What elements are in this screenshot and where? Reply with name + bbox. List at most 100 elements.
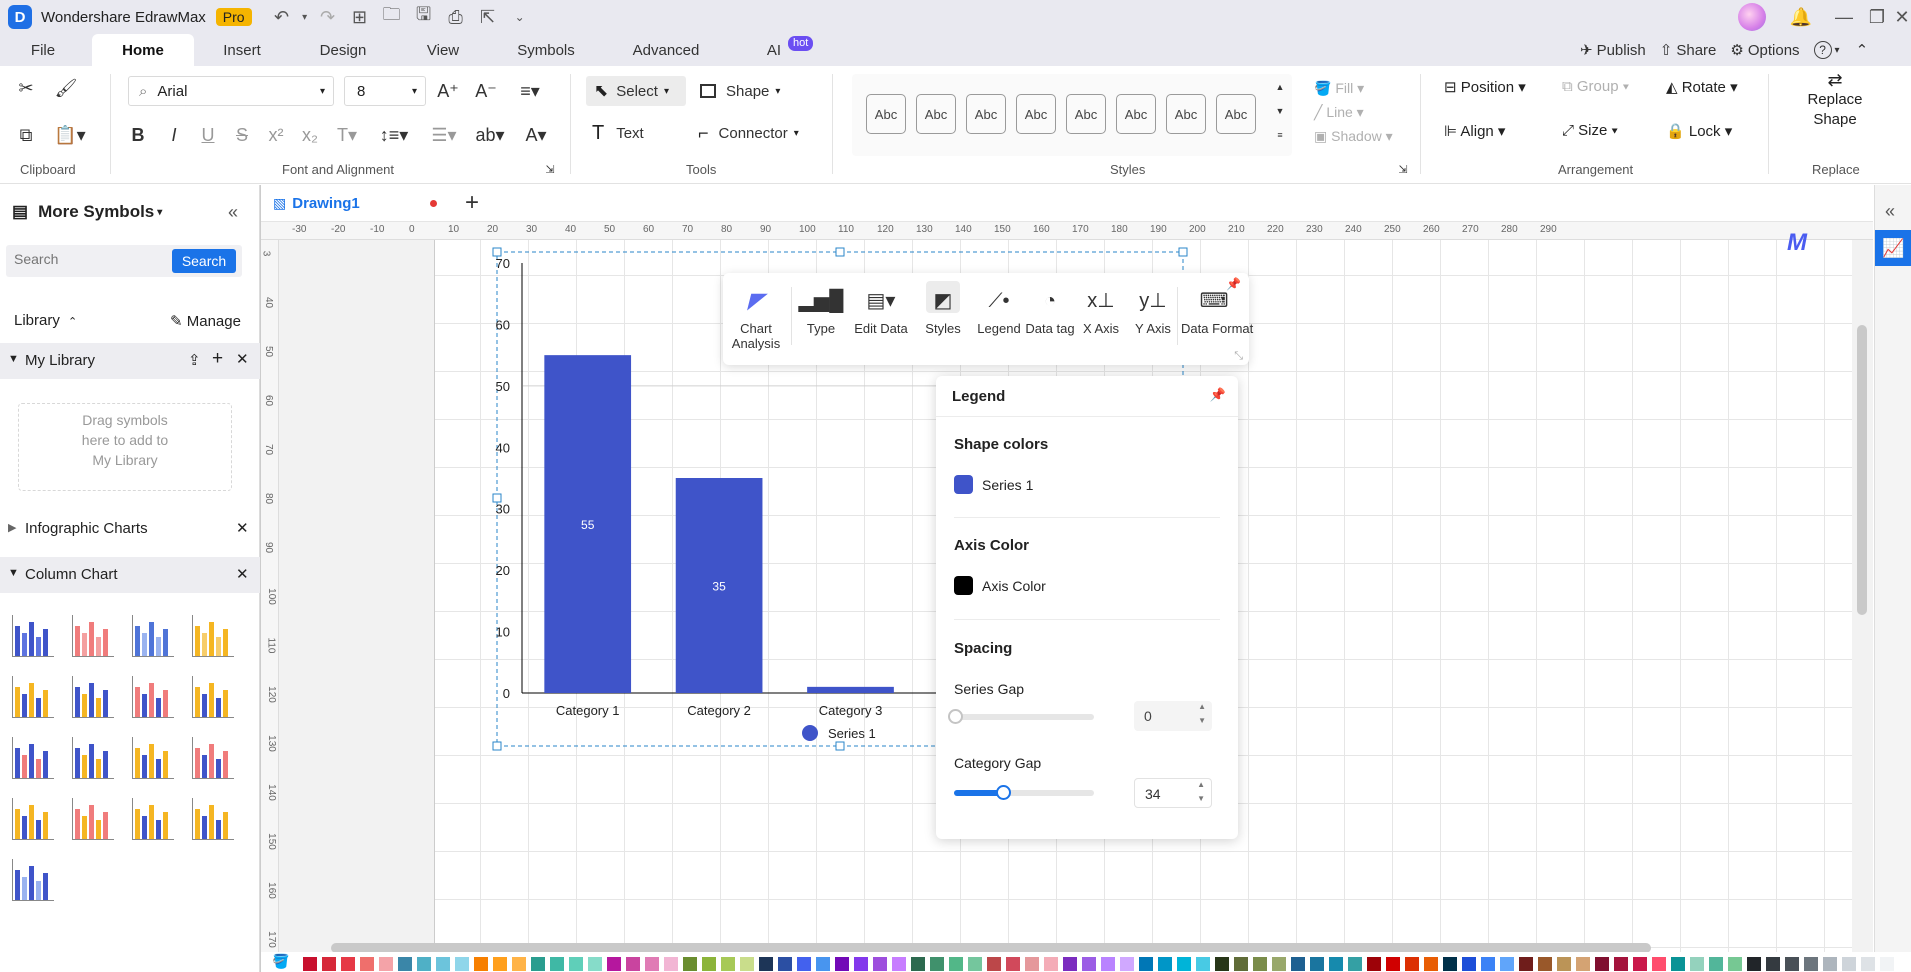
chart-toolbar-legend-button[interactable]: ⟋• Legend — [973, 273, 1025, 365]
category-gap-slider[interactable] — [954, 785, 1094, 800]
print-icon[interactable]: ⎙ — [440, 4, 472, 30]
series-gap-slider[interactable] — [948, 709, 1094, 724]
chart-toolbar-chart-analysis-button[interactable]: ◤ Chart Analysis — [723, 273, 789, 365]
palette-swatch[interactable] — [626, 957, 640, 971]
palette-swatch[interactable] — [1253, 957, 1267, 971]
expand-panel-icon[interactable]: « — [1885, 201, 1895, 222]
palette-swatch[interactable] — [588, 957, 602, 971]
palette-swatch[interactable] — [1082, 957, 1096, 971]
undo-icon[interactable]: ↶ — [266, 4, 298, 30]
palette-swatch[interactable] — [1785, 957, 1799, 971]
options-gear-icon[interactable]: ⚙ — [1730, 41, 1743, 59]
palette-swatch[interactable] — [455, 957, 469, 971]
chart-toolbar-bar-type-button[interactable]: ▂▅█ Type — [793, 273, 849, 365]
new-file-icon[interactable]: ⊞ — [344, 4, 376, 30]
font-color-icon[interactable]: A▾ — [518, 121, 554, 149]
palette-swatch[interactable] — [341, 957, 355, 971]
my-library-drop-zone[interactable]: Drag symbols here to add to My Library — [18, 403, 232, 491]
palette-swatch[interactable] — [1044, 957, 1058, 971]
edraw-ai-logo-icon[interactable]: M — [1787, 229, 1807, 257]
column-chart-thumbnail[interactable] — [132, 676, 174, 718]
text-case-icon[interactable]: T▾ — [332, 121, 362, 149]
italic-icon[interactable]: I — [162, 121, 186, 149]
size-button[interactable]: ⤢ Size ▾ — [1562, 122, 1618, 139]
palette-swatch[interactable] — [1747, 957, 1761, 971]
chart-toolbar-styles-button[interactable]: ◩ Styles — [914, 273, 972, 365]
chart-toolbar-y-axis-button[interactable]: y⊥ Y Axis — [1126, 273, 1180, 365]
manage-button[interactable]: ✎ Manage — [170, 312, 241, 330]
palette-swatch[interactable] — [1519, 957, 1533, 971]
stepper-down-icon[interactable]: ▼ — [1198, 716, 1206, 725]
palette-swatch[interactable] — [683, 957, 697, 971]
palette-swatch[interactable] — [949, 957, 963, 971]
chart-toolbar-x-axis-button[interactable]: x⊥ X Axis — [1076, 273, 1126, 365]
share-button[interactable]: Share — [1676, 42, 1716, 59]
palette-swatch[interactable] — [1139, 957, 1153, 971]
more-symbols-title[interactable]: More Symbols — [38, 202, 154, 222]
minimize-icon[interactable]: — — [1828, 4, 1860, 30]
text-style-icon[interactable]: ab▾ — [472, 121, 508, 149]
quick-access-dropdown-icon[interactable]: ⌄ — [504, 4, 536, 30]
palette-swatch[interactable] — [550, 957, 564, 971]
palette-swatch[interactable] — [930, 957, 944, 971]
palette-swatch[interactable] — [379, 957, 393, 971]
palette-swatch[interactable] — [1272, 957, 1286, 971]
bold-icon[interactable]: B — [126, 121, 150, 149]
palette-swatch[interactable] — [1215, 957, 1229, 971]
palette-swatch[interactable] — [1291, 957, 1305, 971]
library-label[interactable]: Library — [14, 312, 60, 329]
tab-file[interactable]: File — [22, 34, 64, 66]
gallery-up-icon[interactable]: ▲ — [1272, 80, 1288, 94]
series-color-swatch[interactable] — [954, 475, 973, 494]
palette-swatch[interactable] — [607, 957, 621, 971]
palette-swatch[interactable] — [1804, 957, 1818, 971]
style-preset[interactable]: Abc — [966, 94, 1006, 134]
increase-font-icon[interactable]: A⁺ — [434, 76, 462, 106]
palette-swatch[interactable] — [835, 957, 849, 971]
palette-swatch[interactable] — [1424, 957, 1438, 971]
add-icon[interactable]: + — [212, 348, 223, 370]
underline-icon[interactable]: U — [196, 121, 220, 149]
column-chart-thumbnail[interactable] — [192, 676, 234, 718]
text-align-icon[interactable]: ≡▾ — [512, 76, 548, 106]
rotate-button[interactable]: ◭ Rotate ▾ — [1666, 78, 1738, 96]
decrease-font-icon[interactable]: A⁻ — [472, 76, 500, 106]
palette-swatch[interactable] — [911, 957, 925, 971]
palette-swatch[interactable] — [436, 957, 450, 971]
close-icon[interactable]: ✕ — [1886, 4, 1911, 30]
column-chart-thumbnail[interactable] — [72, 615, 114, 657]
palette-swatch[interactable] — [1329, 957, 1343, 971]
close-icon[interactable]: ✕ — [236, 350, 249, 368]
palette-swatch[interactable] — [1348, 957, 1362, 971]
column-chart-thumbnail[interactable] — [12, 676, 54, 718]
font-size-select[interactable]: 8 ▾ — [344, 76, 426, 106]
palette-swatch[interactable] — [1177, 957, 1191, 971]
user-avatar[interactable] — [1738, 3, 1766, 31]
publish-button[interactable]: Publish — [1597, 42, 1646, 59]
selection-handle[interactable] — [835, 247, 845, 257]
column-chart-thumbnail[interactable] — [132, 737, 174, 779]
palette-swatch[interactable] — [303, 957, 317, 971]
column-chart-header[interactable]: ▼ Column Chart ✕ — [0, 557, 260, 593]
undo-dropdown-icon[interactable]: ▾ — [298, 4, 312, 30]
column-chart-thumbnail[interactable] — [192, 737, 234, 779]
palette-swatch[interactable] — [1690, 957, 1704, 971]
palette-swatch[interactable] — [1576, 957, 1590, 971]
palette-swatch[interactable] — [360, 957, 374, 971]
palette-swatch[interactable] — [493, 957, 507, 971]
palette-swatch[interactable] — [322, 957, 336, 971]
selection-handle[interactable] — [492, 741, 502, 751]
palette-swatch[interactable] — [1595, 957, 1609, 971]
position-button[interactable]: ⊟ Position ▾ — [1444, 78, 1526, 96]
stepper-up-icon[interactable]: ▲ — [1197, 780, 1205, 789]
palette-swatch[interactable] — [1842, 957, 1856, 971]
collapse-panel-icon[interactable]: « — [228, 202, 238, 223]
palette-swatch[interactable] — [892, 957, 906, 971]
palette-swatch[interactable] — [1063, 957, 1077, 971]
share-icon[interactable]: ⇧ — [1660, 41, 1673, 59]
palette-swatch[interactable] — [398, 957, 412, 971]
tab-insert[interactable]: Insert — [216, 34, 268, 66]
style-preset[interactable]: Abc — [1016, 94, 1056, 134]
column-chart-thumbnail[interactable] — [72, 676, 114, 718]
help-dropdown-icon[interactable]: ▾ — [1835, 45, 1840, 56]
